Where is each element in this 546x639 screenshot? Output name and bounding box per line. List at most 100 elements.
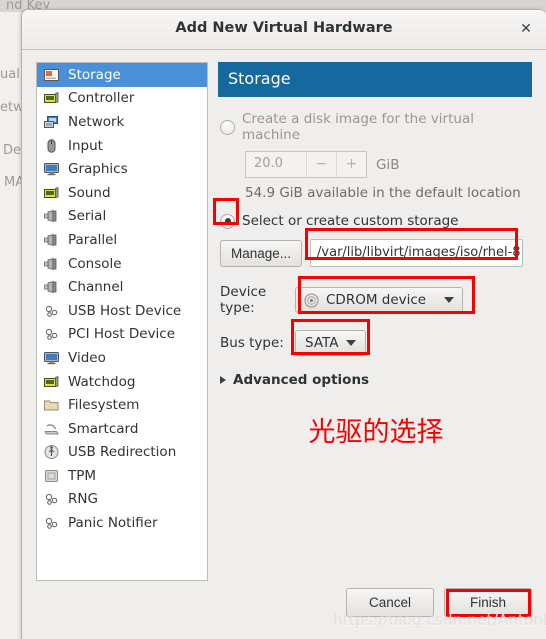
sidebar-item-label: Controller (68, 90, 135, 107)
sidebar-item-label: Sound (68, 184, 111, 201)
sidebar-item-label: USB Host Device (68, 302, 182, 319)
controller-icon (43, 90, 60, 106)
device-type-row: Device type: CDROM device (220, 284, 532, 316)
chevron-down-icon (346, 340, 357, 346)
custom-storage-label: Select or create custom storage (242, 213, 459, 229)
device-type-select[interactable]: CDROM device (295, 287, 463, 313)
dialog-titlebar: Add New Virtual Hardware ✕ (22, 10, 546, 50)
input-mouse-icon (43, 138, 60, 154)
dialog-body: Storage Controller Network Input Graphics Sou… (22, 50, 546, 639)
sidebar-item-label: Graphics (68, 161, 128, 178)
panel-content: Create a disk image for the virtual mach… (218, 97, 532, 449)
bus-type-select[interactable]: SATA (295, 330, 367, 356)
video-monitor-icon (43, 350, 60, 366)
sound-card-icon (43, 185, 60, 201)
available-space-label: 54.9 GiB available in the default locati… (245, 185, 521, 201)
annotation-text: 光驱的选择 (308, 417, 444, 448)
sidebar-item-usb-redirection[interactable]: USB Redirection (37, 441, 207, 465)
sidebar-item-console[interactable]: Console (37, 252, 207, 276)
disk-size-stepper[interactable]: 20.0 − + (245, 151, 367, 178)
sidebar-item-filesystem[interactable]: Filesystem (37, 393, 207, 417)
disk-size-unit-label: GiB (376, 156, 400, 173)
sidebar-item-smartcard[interactable]: Smartcard (37, 417, 207, 441)
sidebar-item-usb-host-device[interactable]: USB Host Device (37, 299, 207, 323)
manage-button[interactable]: Manage... (220, 239, 303, 267)
sidebar-item-watchdog[interactable]: Watchdog (37, 370, 207, 394)
advanced-options-expander[interactable]: Advanced options (220, 372, 532, 388)
sidebar-item-label: TPM (68, 467, 97, 484)
bus-type-value: SATA (305, 335, 339, 351)
device-type-value: CDROM device (326, 292, 427, 308)
sidebar-item-pci-host-device[interactable]: PCI Host Device (37, 323, 207, 347)
channel-port-icon (43, 279, 60, 295)
screenshot-root: nd Key ual etw De MA Add New Virtual Har… (0, 0, 546, 639)
bus-type-row: Bus type: SATA (220, 330, 532, 356)
storage-path-input[interactable]: /var/lib/libvirt/images/iso/rhel-8 (310, 239, 524, 267)
sidebar-item-serial[interactable]: Serial (37, 205, 207, 229)
sidebar-item-graphics[interactable]: Graphics (37, 157, 207, 181)
background-text-fragment: ual (0, 67, 20, 82)
sidebar-item-label: Storage (68, 66, 121, 83)
sidebar-item-video[interactable]: Video (37, 346, 207, 370)
disk-size-increment-button[interactable]: + (336, 152, 366, 177)
pci-host-gear-icon (43, 326, 60, 342)
chevron-down-icon (444, 297, 454, 303)
sidebar-item-label: Serial (68, 208, 107, 225)
cdrom-disc-icon (304, 292, 319, 308)
bus-type-label: Bus type: (220, 335, 284, 351)
storage-path-row: Manage... /var/lib/libvirt/images/iso/rh… (220, 239, 532, 267)
sidebar-item-sound[interactable]: Sound (37, 181, 207, 205)
folder-icon (43, 397, 60, 413)
triangle-right-icon (220, 376, 226, 384)
sidebar-item-network[interactable]: Network (37, 110, 207, 134)
sidebar-item-label: Watchdog (68, 373, 136, 390)
sidebar-item-panic-notifier[interactable]: Panic Notifier (37, 511, 207, 535)
custom-storage-radio[interactable] (220, 213, 235, 229)
sidebar-item-label: Input (68, 137, 103, 154)
custom-storage-row[interactable]: Select or create custom storage (220, 213, 532, 229)
sidebar-item-storage[interactable]: Storage (37, 63, 207, 87)
panic-gear-icon (43, 515, 60, 531)
watermark: https://blog.csdn.net/Antonhu (333, 611, 546, 629)
create-disk-radio[interactable] (220, 119, 235, 135)
network-icon (43, 114, 60, 130)
disk-size-row: 20.0 − + GiB (220, 151, 532, 178)
parallel-port-icon (43, 232, 60, 248)
rng-gear-icon (43, 491, 60, 507)
sidebar-item-label: Network (68, 113, 125, 130)
device-type-label: Device type: (220, 284, 267, 316)
sidebar-item-label: Channel (68, 279, 124, 296)
close-icon[interactable]: ✕ (516, 20, 536, 40)
sidebar-item-parallel[interactable]: Parallel (37, 228, 207, 252)
disk-size-value[interactable]: 20.0 (246, 152, 306, 177)
advanced-options-label: Advanced options (233, 372, 370, 388)
sidebar-item-channel[interactable]: Channel (37, 275, 207, 299)
smartcard-reader-icon (43, 421, 60, 437)
sidebar-item-controller[interactable]: Controller (37, 87, 207, 111)
storage-icon (43, 67, 60, 83)
dialog-title: Add New Virtual Hardware (175, 20, 393, 36)
sidebar-item-label: Console (68, 255, 122, 272)
usb-host-gear-icon (43, 303, 60, 319)
sidebar-item-label: Panic Notifier (68, 515, 158, 532)
sidebar-item-tpm[interactable]: TPM (37, 464, 207, 488)
console-port-icon (43, 256, 60, 272)
sidebar-item-label: Smartcard (68, 420, 139, 437)
background-text-fragment: De (3, 143, 22, 158)
add-hardware-dialog: Add New Virtual Hardware ✕ Storage Contro… (21, 9, 546, 639)
graphics-monitor-icon (43, 161, 60, 177)
create-disk-row[interactable]: Create a disk image for the virtual mach… (220, 111, 532, 143)
usb-plug-icon (43, 444, 60, 460)
serial-port-icon (43, 208, 60, 224)
sidebar-item-label: Filesystem (68, 397, 140, 414)
panel-title: Storage (218, 62, 532, 97)
sidebar-item-label: RNG (68, 491, 98, 508)
sidebar-item-label: Video (68, 349, 106, 366)
sidebar-item-input[interactable]: Input (37, 134, 207, 158)
sidebar-item-label: USB Redirection (68, 444, 177, 461)
storage-panel: Storage Create a disk image for the virt… (218, 62, 532, 449)
hardware-category-list[interactable]: Storage Controller Network Input Graphics Sou… (36, 62, 208, 581)
sidebar-item-rng[interactable]: RNG (37, 488, 207, 512)
disk-size-decrement-button[interactable]: − (306, 152, 336, 177)
watchdog-card-icon (43, 374, 60, 390)
